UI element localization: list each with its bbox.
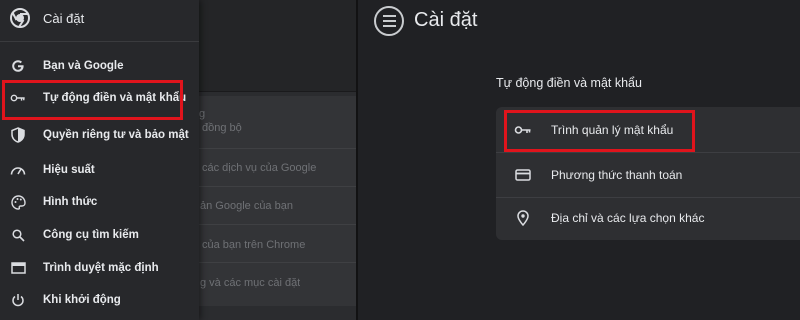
background-divider xyxy=(198,186,356,187)
sidebar-item-privacy[interactable]: Quyền riêng tư và bảo mật xyxy=(0,118,199,152)
sidebar-item-label: Khi khởi động xyxy=(43,293,121,306)
sidebar-item-label: Hiệu suất xyxy=(43,163,95,176)
section-heading: Tự động điền và mật khẩu xyxy=(496,76,642,90)
google-icon xyxy=(10,58,26,74)
background-row-text: g và các mục cài đặt xyxy=(200,277,301,289)
sidebar-item-default-browser[interactable]: Trình duyệt mặc định xyxy=(0,252,199,284)
page-title: Cài đặt xyxy=(414,9,478,31)
palette-icon xyxy=(10,194,26,210)
power-icon xyxy=(10,292,26,308)
background-row-text: ản Google của bạn xyxy=(200,200,293,212)
sidebar-item-label: Công cụ tìm kiếm xyxy=(43,228,139,241)
background-row-text: của bạn trên Chrome xyxy=(202,239,306,251)
menu-line xyxy=(382,20,396,22)
shield-icon xyxy=(10,127,26,143)
sidebar-item-label: Trình duyệt mặc định xyxy=(43,261,159,274)
drawer-title: Cài đặt xyxy=(43,11,85,26)
background-divider xyxy=(198,148,356,149)
sidebar-item-search-engine[interactable]: Công cụ tìm kiếm xyxy=(0,219,199,251)
search-icon xyxy=(10,227,26,243)
sidebar-item-appearance[interactable]: Hình thức xyxy=(0,186,199,218)
chrome-logo-icon xyxy=(10,8,30,28)
background-row-text: đồng bộ xyxy=(202,122,242,134)
sidebar-item-label: Hình thức xyxy=(43,195,98,208)
row-label: Phương thức thanh toán xyxy=(551,168,683,182)
sidebar-item-label: Quyền riêng tư và bảo mật xyxy=(43,128,189,141)
location-pin-icon xyxy=(514,210,532,226)
menu-line xyxy=(382,25,396,27)
background-row-text: các dịch vụ của Google xyxy=(202,162,317,174)
panel-divider xyxy=(356,0,358,320)
settings-drawer: Cài đặt Bạn và Google Tự động điền và mậ… xyxy=(0,0,199,320)
sidebar-item-on-startup[interactable]: Khi khởi động xyxy=(0,284,199,316)
background-row-text: g xyxy=(199,108,206,120)
browser-window-icon xyxy=(10,260,26,276)
highlight-box-password-manager xyxy=(504,110,695,152)
background-divider xyxy=(198,224,356,225)
menu-line xyxy=(382,15,396,17)
row-label: Địa chỉ và các lựa chọn khác xyxy=(551,211,705,225)
drawer-header: Cài đặt xyxy=(0,0,199,42)
addresses-row[interactable]: Địa chỉ và các lựa chọn khác xyxy=(496,196,800,240)
credit-card-icon xyxy=(514,167,532,183)
background-divider xyxy=(198,262,356,263)
speedometer-icon xyxy=(10,162,26,178)
sidebar-item-label: Bạn và Google xyxy=(43,59,124,72)
menu-button[interactable] xyxy=(374,6,404,36)
sidebar-item-performance[interactable]: Hiệu suất xyxy=(0,154,199,186)
sidebar-item-you-and-google[interactable]: Bạn và Google xyxy=(0,50,199,82)
payment-methods-row[interactable]: Phương thức thanh toán xyxy=(496,153,800,197)
highlight-box-drawer xyxy=(2,80,183,120)
